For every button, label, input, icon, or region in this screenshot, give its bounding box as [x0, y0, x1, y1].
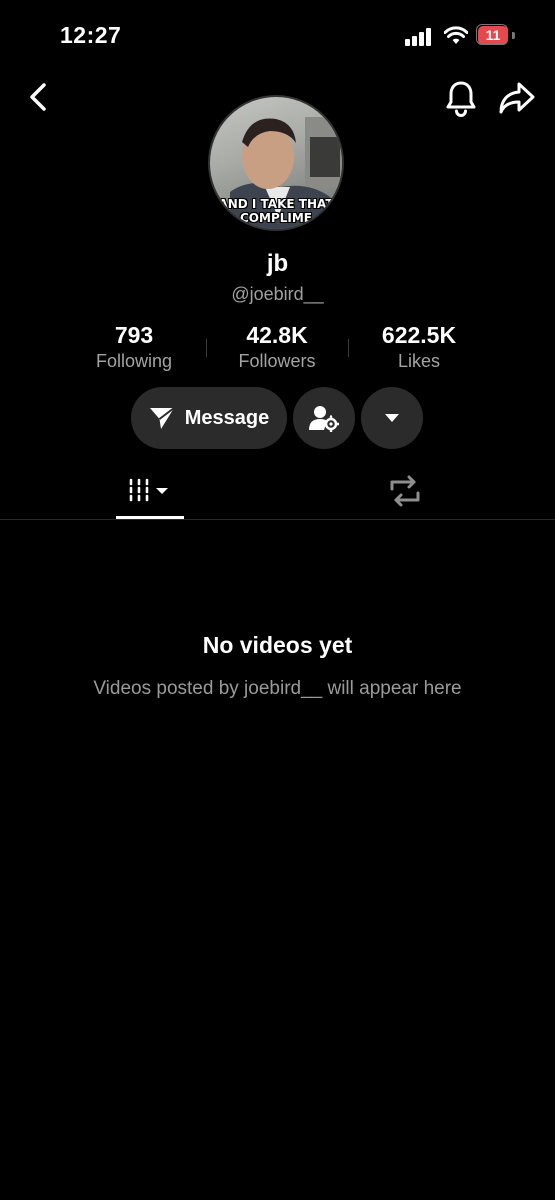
stat-label: Following	[95, 351, 173, 371]
wifi-icon	[444, 26, 468, 44]
avatar-caption-line-2: COMPLIME	[240, 211, 312, 225]
message-button[interactable]: Message	[131, 387, 287, 449]
more-options-button[interactable]	[361, 387, 423, 449]
cellular-signal-icon	[405, 28, 431, 46]
add-friend-button[interactable]	[293, 387, 355, 449]
tab-videos[interactable]	[116, 475, 184, 519]
stat-value: 622.5K	[381, 322, 457, 348]
tabs-divider	[0, 519, 555, 520]
avatar[interactable]: AND I TAKE THAT COMPLIME	[208, 95, 344, 231]
caret-down-icon	[156, 488, 168, 494]
bell-icon[interactable]	[444, 79, 478, 117]
stat-likes[interactable]: 622.5K Likes	[344, 322, 494, 372]
battery-tip	[512, 32, 515, 39]
battery-indicator: 11	[476, 24, 508, 45]
avatar-caption-line-1: AND I TAKE THAT	[218, 197, 334, 211]
message-button-label: Message	[184, 406, 270, 429]
repost-icon[interactable]	[386, 474, 424, 508]
empty-state-subtitle: Videos posted by joebird__ will appear h…	[93, 678, 462, 699]
chevron-left-icon[interactable]	[22, 80, 56, 114]
user-settings-icon	[309, 406, 339, 432]
stat-value: 42.8K	[246, 322, 308, 348]
stat-label: Followers	[238, 351, 316, 371]
grid-icon	[129, 478, 168, 502]
battery-level: 11	[485, 27, 501, 43]
stat-label: Likes	[397, 351, 441, 371]
stat-followers[interactable]: 42.8K Followers	[202, 322, 352, 372]
profile-name: jb	[266, 250, 289, 277]
empty-state-title: No videos yet	[202, 632, 353, 658]
stat-following[interactable]: 793 Following	[59, 322, 209, 372]
send-icon	[149, 407, 175, 429]
stat-value: 793	[114, 322, 154, 348]
share-icon[interactable]	[498, 80, 536, 116]
status-time: 12:27	[60, 22, 122, 48]
profile-username: @joebird__	[231, 284, 324, 304]
caret-down-icon	[385, 414, 399, 422]
